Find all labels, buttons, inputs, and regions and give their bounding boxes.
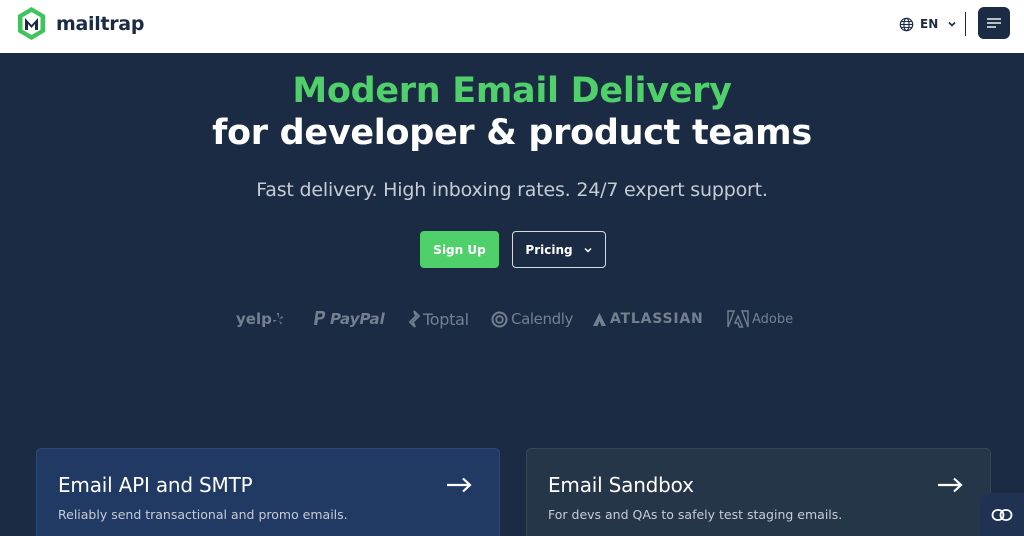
arrow-right-icon[interactable]	[937, 477, 963, 493]
chevron-down-icon	[948, 21, 956, 27]
card-description: For devs and QAs to safely test staging …	[548, 507, 843, 522]
chat-widget-icon	[991, 508, 1013, 521]
toptal-icon	[408, 310, 420, 328]
brand-logo-atlassian: ATLASSIAN	[592, 306, 704, 332]
language-label: EN	[920, 17, 939, 31]
card-title: Email Sandbox	[548, 473, 694, 497]
brand-logo-toptal: Toptal	[408, 306, 469, 332]
hamburger-menu-icon	[987, 18, 1001, 28]
hero-title-line2: for developer & product teams	[212, 113, 812, 153]
card-email-api[interactable]: Email API and SMTP Reliably send transac…	[36, 448, 500, 536]
brand-logo-calendly: Calendly	[491, 306, 573, 332]
brand-logo-adobe: Adobe	[727, 306, 793, 332]
chevron-down-icon	[584, 247, 592, 253]
card-description: Reliably send transactional and promo em…	[58, 507, 348, 522]
brand-name: Calendly	[511, 310, 573, 328]
calendly-icon	[491, 311, 508, 327]
brand-name: ATLASSIAN	[610, 311, 704, 327]
customer-logos: yelp PayPal Toptal Calendly ATLASSIAN Ad…	[0, 306, 1024, 332]
menu-button[interactable]	[978, 7, 1010, 39]
adobe-icon	[727, 310, 749, 328]
arrow-right-icon[interactable]	[446, 477, 472, 493]
brand-logo-yelp: yelp	[236, 306, 287, 332]
card-email-sandbox[interactable]: Email Sandbox For devs and QAs to safely…	[526, 448, 991, 536]
globe-icon	[899, 17, 914, 31]
site-header: mailtrap EN	[0, 0, 1024, 53]
brand-logo-paypal: PayPal	[312, 306, 385, 332]
brand-name: yelp	[236, 310, 272, 328]
chat-widget-button[interactable]	[980, 493, 1024, 536]
mailtrap-logo-icon	[18, 7, 45, 40]
mailtrap-logo[interactable]: mailtrap	[16, 6, 144, 41]
language-selector[interactable]: EN	[899, 15, 957, 33]
logo-text: mailtrap	[56, 12, 145, 35]
header-divider	[965, 12, 966, 36]
brand-name: Adobe	[752, 311, 794, 327]
atlassian-icon	[593, 312, 606, 326]
brand-name: Toptal	[423, 309, 469, 329]
pricing-button[interactable]: Pricing	[512, 231, 606, 268]
hero-subtitle: Fast delivery. High inboxing rates. 24/7…	[256, 179, 768, 201]
signup-button[interactable]: Sign Up	[420, 231, 499, 268]
brand-name: PayPal	[330, 310, 385, 328]
hero-title-line1: Modern Email Delivery	[292, 71, 732, 111]
paypal-p-icon	[314, 311, 326, 325]
card-title: Email API and SMTP	[58, 473, 253, 497]
yelp-burst-icon	[272, 313, 283, 325]
pricing-label: Pricing	[525, 242, 573, 257]
